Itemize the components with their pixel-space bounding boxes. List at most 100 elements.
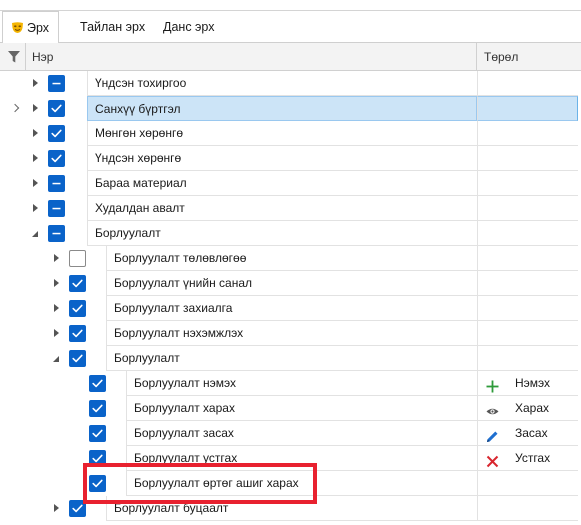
expand-arrow-icon[interactable] bbox=[33, 179, 38, 187]
row-name: Мөнгөн хөрөнгө bbox=[87, 121, 477, 146]
permission-checkbox[interactable] bbox=[69, 325, 86, 342]
filter-icon[interactable] bbox=[8, 51, 20, 66]
row-name: Борлуулалт төлөвлөгөө bbox=[106, 246, 477, 271]
tree-row[interactable]: Мөнгөн хөрөнгө bbox=[0, 121, 581, 146]
annotation-highlight bbox=[83, 463, 317, 504]
row-type bbox=[477, 196, 578, 221]
row-type: Нэмэх bbox=[477, 371, 578, 396]
tree-row[interactable]: Худалдан авалт bbox=[0, 196, 581, 221]
tree-row[interactable]: Борлуулалт захиалга bbox=[0, 296, 581, 321]
permission-checkbox[interactable] bbox=[48, 200, 65, 217]
tree-row[interactable]: Борлуулалт төлөвлөгөө bbox=[0, 246, 581, 271]
permission-checkbox[interactable] bbox=[69, 350, 86, 367]
row-type bbox=[477, 96, 578, 121]
mask-icon bbox=[11, 14, 24, 33]
row-type bbox=[477, 71, 578, 96]
row-name: Борлуулалт bbox=[106, 346, 477, 371]
tree-row[interactable]: Борлуулалт үнийн санал bbox=[0, 271, 581, 296]
tree-row[interactable]: Борлуулалт засах Засах bbox=[0, 421, 581, 446]
row-name: Үндсэн тохиргоо bbox=[87, 71, 477, 96]
tab-report-rights-label: Тайлан эрх bbox=[80, 20, 146, 34]
row-name: Борлуулалт bbox=[87, 221, 477, 246]
row-type bbox=[477, 146, 578, 171]
row-name: Борлуулалт нэмэх bbox=[126, 371, 477, 396]
expand-arrow-icon[interactable] bbox=[33, 154, 38, 162]
tree-row[interactable]: Борлуулалт нэхэмжлэх bbox=[0, 321, 581, 346]
header-separator bbox=[25, 43, 26, 71]
tree-row[interactable]: Борлуулалт харах Харах bbox=[0, 396, 581, 421]
row-type bbox=[477, 121, 578, 146]
tree-row[interactable]: Борлуулалт bbox=[0, 346, 581, 371]
collapse-arrow-icon[interactable] bbox=[32, 231, 38, 237]
permission-checkbox[interactable] bbox=[48, 75, 65, 92]
permission-checkbox[interactable] bbox=[69, 300, 86, 317]
expand-arrow-icon[interactable] bbox=[33, 129, 38, 137]
row-type bbox=[477, 496, 578, 521]
row-name: Борлуулалт захиалга bbox=[106, 296, 477, 321]
row-name: Бараа материал bbox=[87, 171, 477, 196]
row-type: Харах bbox=[477, 396, 578, 421]
expand-arrow-icon[interactable] bbox=[54, 279, 59, 287]
permission-checkbox[interactable] bbox=[48, 150, 65, 167]
row-type-label: Харах bbox=[515, 401, 550, 415]
row-name: Борлуулалт нэхэмжлэх bbox=[106, 321, 477, 346]
tree-row[interactable]: Борлуулалт нэмэх Нэмэх bbox=[0, 371, 581, 396]
plus-icon bbox=[486, 377, 499, 393]
expand-arrow-icon[interactable] bbox=[33, 79, 38, 87]
permission-checkbox[interactable] bbox=[48, 175, 65, 192]
current-row-indicator-icon bbox=[10, 103, 20, 113]
x-icon bbox=[486, 452, 499, 468]
permission-checkbox[interactable] bbox=[69, 275, 86, 292]
permission-tree-grid: Нэр Төрөл Үндсэн тохиргоо Санхүү бүртгэл М… bbox=[0, 43, 581, 525]
tab-bar: Эрх Тайлан эрх Данс эрх bbox=[0, 11, 581, 44]
row-type bbox=[477, 296, 578, 321]
column-header-name[interactable]: Нэр bbox=[32, 43, 53, 71]
permission-checkbox[interactable] bbox=[89, 375, 106, 392]
row-type bbox=[477, 471, 578, 496]
collapse-arrow-icon[interactable] bbox=[53, 356, 59, 362]
expand-arrow-icon[interactable] bbox=[54, 329, 59, 337]
tab-erh-label: Эрх bbox=[27, 21, 50, 35]
tab-account-rights[interactable]: Данс эрх bbox=[163, 11, 214, 43]
row-type bbox=[477, 321, 578, 346]
permission-checkbox[interactable] bbox=[89, 425, 106, 442]
permission-checkbox[interactable] bbox=[69, 250, 86, 267]
row-name: Худалдан авалт bbox=[87, 196, 477, 221]
row-name: Борлуулалт үнийн санал bbox=[106, 271, 477, 296]
row-type: Устгах bbox=[477, 446, 578, 471]
tab-report-rights[interactable]: Тайлан эрх bbox=[80, 11, 145, 43]
tree-row[interactable]: Үндсэн хөрөнгө bbox=[0, 146, 581, 171]
tree-row[interactable]: Үндсэн тохиргоо bbox=[0, 71, 581, 96]
row-type bbox=[477, 171, 578, 196]
expand-arrow-icon[interactable] bbox=[54, 304, 59, 312]
tree-row[interactable]: Борлуулалт bbox=[0, 221, 581, 246]
row-name: Борлуулалт засах bbox=[126, 421, 477, 446]
row-type: Засах bbox=[477, 421, 578, 446]
row-name: Борлуулалт харах bbox=[126, 396, 477, 421]
row-type-label: Засах bbox=[515, 426, 548, 440]
row-type bbox=[477, 346, 578, 371]
permission-checkbox[interactable] bbox=[48, 125, 65, 142]
row-type bbox=[477, 246, 578, 271]
row-type-label: Нэмэх bbox=[515, 376, 551, 390]
column-header-type[interactable]: Төрөл bbox=[484, 43, 518, 71]
grid-header: Нэр Төрөл bbox=[0, 43, 581, 71]
row-name: Санхүү бүртгэл bbox=[87, 96, 477, 121]
expand-arrow-icon[interactable] bbox=[54, 504, 59, 512]
expand-arrow-icon[interactable] bbox=[33, 204, 38, 212]
permission-checkbox[interactable] bbox=[48, 100, 65, 117]
expand-arrow-icon[interactable] bbox=[54, 254, 59, 262]
row-type bbox=[477, 271, 578, 296]
expand-arrow-icon[interactable] bbox=[33, 104, 38, 112]
eye-icon bbox=[486, 402, 499, 415]
header-separator bbox=[476, 43, 477, 71]
permission-checkbox[interactable] bbox=[48, 225, 65, 242]
row-type-label: Устгах bbox=[515, 451, 551, 465]
tree-row[interactable]: Бараа материал bbox=[0, 171, 581, 196]
row-type bbox=[477, 221, 578, 246]
pencil-icon bbox=[486, 427, 499, 442]
row-name: Үндсэн хөрөнгө bbox=[87, 146, 477, 171]
permission-checkbox[interactable] bbox=[89, 400, 106, 417]
tab-erh[interactable]: Эрх bbox=[2, 11, 60, 44]
tree-row[interactable]: Санхүү бүртгэл bbox=[0, 96, 581, 121]
